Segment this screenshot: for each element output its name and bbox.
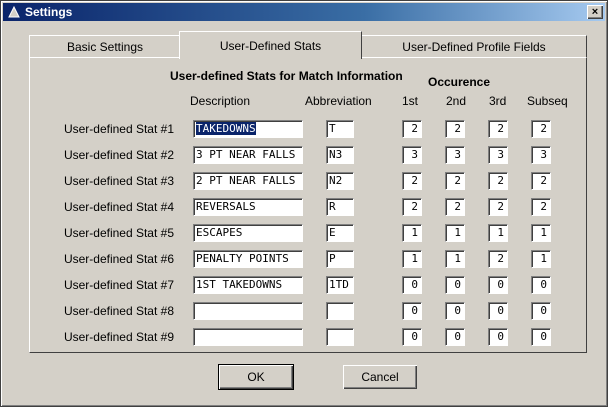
cancel-button[interactable]: Cancel	[343, 365, 417, 389]
subseq-occurence-input[interactable]: 0	[531, 328, 551, 346]
first-occurence-input[interactable]: 0	[402, 328, 422, 346]
second-occurence-input[interactable]: 0	[445, 302, 465, 320]
abbreviation-input[interactable]	[326, 328, 354, 346]
subseq-occurence-input[interactable]: 0	[531, 276, 551, 294]
description-input[interactable]: 2 PT NEAR FALLS	[193, 172, 303, 190]
abbreviation-input[interactable]	[326, 302, 354, 320]
description-value: 3 PT NEAR FALLS	[196, 148, 296, 161]
description-input[interactable]	[193, 302, 303, 320]
abbreviation-input[interactable]: P	[326, 250, 354, 268]
third-occurence-input[interactable]: 2	[488, 172, 508, 190]
description-input[interactable]: TAKEDOWNS	[193, 120, 303, 138]
first-occurence-input[interactable]: 0	[402, 302, 422, 320]
description-input[interactable]	[193, 328, 303, 346]
stat-row-label: User-defined Stat #1	[63, 122, 174, 136]
stat-row-label: User-defined Stat #5	[63, 226, 174, 240]
first-occurence-input[interactable]: 1	[402, 224, 422, 242]
stat-row-label: User-defined Stat #3	[63, 174, 174, 188]
second-occurence-input[interactable]: 1	[445, 250, 465, 268]
third-occurence-input[interactable]: 0	[488, 328, 508, 346]
settings-window: Settings × Basic Settings User-Defined S…	[0, 0, 608, 407]
close-icon[interactable]: ×	[587, 5, 603, 19]
description-input[interactable]: REVERSALS	[193, 198, 303, 216]
second-occurence-input[interactable]: 2	[445, 198, 465, 216]
abbreviation-input[interactable]: T	[326, 120, 354, 138]
stat-row-label: User-defined Stat #9	[63, 330, 174, 344]
abbreviation-input[interactable]: N2	[326, 172, 354, 190]
second-occurence-input[interactable]: 1	[445, 224, 465, 242]
description-value: REVERSALS	[196, 200, 256, 213]
third-occurence-input[interactable]: 1	[488, 224, 508, 242]
abbreviation-input[interactable]: E	[326, 224, 354, 242]
stats-panel: User-defined Stats for Match Information…	[29, 57, 587, 353]
tab-label: Basic Settings	[66, 40, 144, 54]
subseq-occurence-input[interactable]: 3	[531, 146, 551, 164]
description-value: ESCAPES	[196, 226, 243, 239]
subseq-occurence-input[interactable]: 2	[531, 172, 551, 190]
abbreviation-input[interactable]: 1TD	[326, 276, 354, 294]
second-occurence-input[interactable]: 3	[445, 146, 465, 164]
third-column-header: 3rd	[489, 94, 507, 108]
stat-row-label: User-defined Stat #6	[63, 252, 174, 266]
first-column-header: 1st	[402, 94, 419, 108]
description-column-header: Description	[190, 94, 251, 108]
ok-button[interactable]: OK	[218, 364, 294, 390]
first-occurence-input[interactable]: 2	[402, 172, 422, 190]
third-occurence-input[interactable]: 0	[488, 276, 508, 294]
subseq-occurence-input[interactable]: 0	[531, 302, 551, 320]
subseq-occurence-input[interactable]: 1	[531, 250, 551, 268]
description-value: PENALTY POINTS	[196, 252, 289, 265]
second-occurence-input[interactable]: 0	[445, 276, 465, 294]
subseq-occurence-input[interactable]: 2	[531, 198, 551, 216]
third-occurence-input[interactable]: 2	[488, 250, 508, 268]
description-value: TAKEDOWNS	[196, 122, 256, 135]
tab-label: User-Defined Stats	[219, 38, 322, 53]
panel-heading: User-defined Stats for Match Information	[170, 69, 403, 83]
second-column-header: 2nd	[446, 94, 467, 108]
first-occurence-input[interactable]: 0	[402, 276, 422, 294]
tab-label: User-Defined Profile Fields	[402, 40, 546, 54]
tab-user-defined-stats[interactable]: User-Defined Stats	[179, 31, 362, 59]
abbreviation-input[interactable]: R	[326, 198, 354, 216]
description-value: 2 PT NEAR FALLS	[196, 174, 296, 187]
tab-basic-settings[interactable]: Basic Settings	[29, 35, 181, 58]
abbreviation-column-header: Abbreviation	[305, 94, 372, 108]
first-occurence-input[interactable]: 2	[402, 120, 422, 138]
window-title: Settings	[25, 5, 73, 19]
second-occurence-input[interactable]: 2	[445, 172, 465, 190]
second-occurence-input[interactable]: 2	[445, 120, 465, 138]
description-value: 1ST TAKEDOWNS	[196, 278, 283, 291]
first-occurence-input[interactable]: 2	[402, 198, 422, 216]
tab-user-defined-profile-fields[interactable]: User-Defined Profile Fields	[361, 35, 587, 58]
title-bar[interactable]: Settings ×	[3, 3, 605, 21]
subseq-column-header: Subseq	[527, 94, 568, 108]
second-occurence-input[interactable]: 0	[445, 328, 465, 346]
first-occurence-input[interactable]: 3	[402, 146, 422, 164]
stat-row-label: User-defined Stat #7	[63, 278, 174, 292]
description-input[interactable]: ESCAPES	[193, 224, 303, 242]
first-occurence-input[interactable]: 1	[402, 250, 422, 268]
description-input[interactable]: 3 PT NEAR FALLS	[193, 146, 303, 164]
subseq-occurence-input[interactable]: 2	[531, 120, 551, 138]
app-settings-icon	[7, 5, 21, 19]
third-occurence-input[interactable]: 2	[488, 198, 508, 216]
description-input[interactable]: 1ST TAKEDOWNS	[193, 276, 303, 294]
third-occurence-input[interactable]: 2	[488, 120, 508, 138]
abbreviation-input[interactable]: N3	[326, 146, 354, 164]
third-occurence-input[interactable]: 3	[488, 146, 508, 164]
third-occurence-input[interactable]: 0	[488, 302, 508, 320]
stat-row-label: User-defined Stat #8	[63, 304, 174, 318]
subseq-occurence-input[interactable]: 1	[531, 224, 551, 242]
occurence-heading: Occurence	[428, 75, 491, 89]
stat-row-label: User-defined Stat #4	[63, 200, 174, 214]
description-input[interactable]: PENALTY POINTS	[193, 250, 303, 268]
stat-row-label: User-defined Stat #2	[63, 148, 174, 162]
